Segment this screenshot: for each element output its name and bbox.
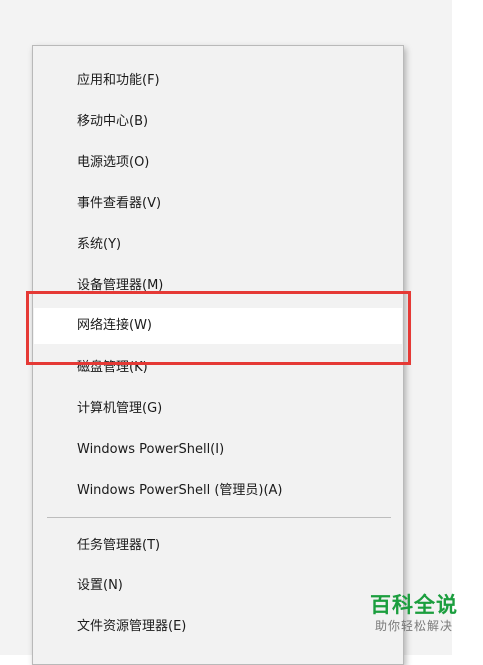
menu-item-event-viewer[interactable]: 事件查看器(V)	[34, 186, 402, 222]
menu-item-settings[interactable]: 设置(N)	[34, 568, 402, 604]
menu-item-apps-and-features[interactable]: 应用和功能(F)	[34, 63, 402, 99]
menu-item-file-explorer[interactable]: 文件资源管理器(E)	[34, 609, 402, 645]
watermark-title: 百科全说	[370, 593, 458, 617]
menu-item-disk-management[interactable]: 磁盘管理(K)	[34, 350, 402, 386]
menu-item-powershell[interactable]: Windows PowerShell(I)	[34, 432, 402, 468]
winx-context-menu: 应用和功能(F) 移动中心(B) 电源选项(O) 事件查看器(V) 系统(Y) …	[32, 45, 404, 665]
menu-item-mobility-center[interactable]: 移动中心(B)	[34, 104, 402, 140]
menu-item-network-connections[interactable]: 网络连接(W)	[34, 308, 402, 344]
menu-item-system[interactable]: 系统(Y)	[34, 227, 402, 263]
menu-item-power-options[interactable]: 电源选项(O)	[34, 145, 402, 181]
watermark-subtitle: 助你轻松解决	[374, 619, 453, 633]
menu-item-task-manager[interactable]: 任务管理器(T)	[34, 528, 402, 564]
menu-item-device-manager[interactable]: 设备管理器(M)	[34, 268, 402, 304]
watermark-logo: 百科全说 助你轻松解决	[352, 592, 476, 634]
menu-item-computer-management[interactable]: 计算机管理(G)	[34, 391, 402, 427]
menu-item-powershell-admin[interactable]: Windows PowerShell (管理员)(A)	[34, 473, 402, 509]
menu-separator	[47, 517, 391, 518]
